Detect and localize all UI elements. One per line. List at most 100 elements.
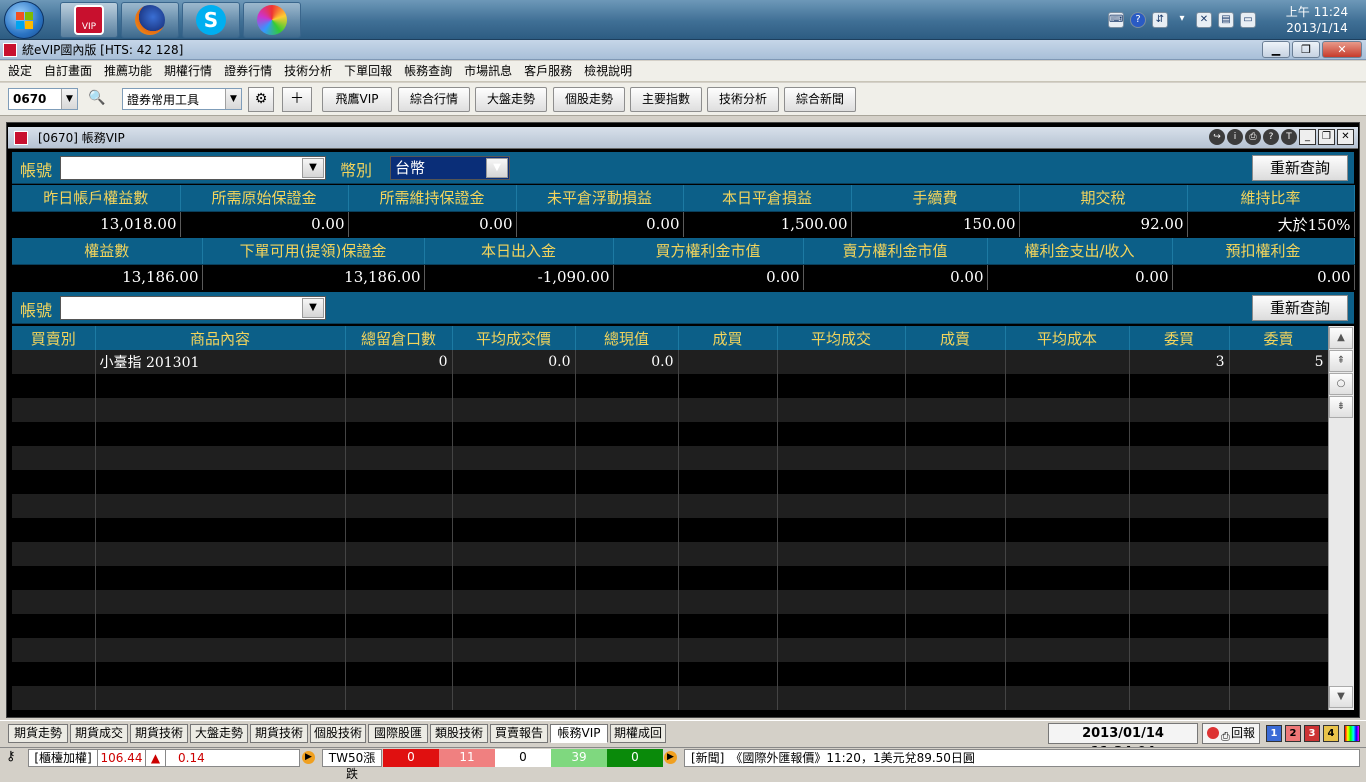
page-up-icon[interactable]: ⇞	[1329, 350, 1353, 372]
color-palette-icon[interactable]	[1344, 725, 1360, 742]
btn-overall-quotes[interactable]: 綜合行情	[398, 87, 470, 112]
minimize-button[interactable]: _	[1299, 129, 1316, 145]
hdr-side[interactable]: 買賣別	[12, 326, 96, 350]
table-row[interactable]	[12, 638, 1329, 662]
menu-help[interactable]: 檢視說明	[578, 61, 638, 82]
help-icon[interactable]: ?	[1130, 12, 1146, 28]
menu-recommended[interactable]: 推薦功能	[98, 61, 158, 82]
menu-technical[interactable]: 技術分析	[278, 61, 338, 82]
bottom-tab-2[interactable]: 期貨技術	[130, 724, 188, 743]
bottom-tab-10[interactable]: 期權成回	[610, 724, 666, 743]
table-row[interactable]	[12, 470, 1329, 494]
bottom-tab-8[interactable]: 買賣報告	[490, 724, 548, 743]
taskbar-app-paint[interactable]	[243, 2, 301, 38]
menu-settings[interactable]: 設定	[2, 61, 38, 82]
keyboard-icon[interactable]: ⌨	[1108, 12, 1124, 28]
hdr-filled-buy[interactable]: 成買	[678, 326, 778, 350]
news-ticker[interactable]: [新聞] 《國際外匯報價》11:20，1美元兌89.50日圓	[684, 749, 1360, 767]
menu-order-report[interactable]: 下單回報	[338, 61, 398, 82]
print-icon[interactable]: ⎙	[1245, 129, 1261, 145]
report-button[interactable]: ⎙ 回報	[1202, 723, 1260, 744]
menu-stock-quotes[interactable]: 證券行情	[218, 61, 278, 82]
code-combo[interactable]: 0670 ▼	[8, 88, 78, 110]
chevron-down-icon[interactable]: ▼	[61, 89, 77, 109]
tools-combo[interactable]: 證券常用工具 ▼	[122, 88, 242, 110]
language-icon[interactable]: ⇵	[1152, 12, 1168, 28]
window-1-button[interactable]: 1	[1266, 725, 1282, 742]
vertical-scrollbar[interactable]: ▲ ⇞ ○ ⇟ ▼	[1328, 326, 1354, 710]
text-icon[interactable]: T	[1281, 129, 1297, 145]
monitor-icon[interactable]: ▭	[1240, 12, 1256, 28]
table-row[interactable]	[12, 374, 1329, 398]
btn-major-index[interactable]: 主要指數	[630, 87, 702, 112]
chevron-down-icon[interactable]: ▼	[302, 298, 324, 318]
table-row[interactable]	[12, 662, 1329, 686]
scroll-toggle-icon[interactable]: ▶	[664, 751, 677, 764]
system-clock[interactable]: 上午 11:24 2013/1/14	[1272, 2, 1362, 38]
bottom-tab-9[interactable]: 帳務VIP	[550, 724, 608, 743]
hdr-avg-cost[interactable]: 平均成本	[1005, 326, 1130, 350]
scroll-toggle-icon[interactable]: ▶	[302, 751, 315, 764]
table-row[interactable]	[12, 614, 1329, 638]
hdr-total-open[interactable]: 總留倉口數	[345, 326, 453, 350]
btn-market-trend[interactable]: 大盤走勢	[475, 87, 547, 112]
account-select[interactable]: ▼	[60, 156, 326, 180]
taskbar-app-skype[interactable]: S	[182, 2, 240, 38]
bottom-tab-3[interactable]: 大盤走勢	[190, 724, 248, 743]
close-button[interactable]: ✕	[1337, 129, 1354, 145]
chevron-down-icon[interactable]: ▾	[1174, 12, 1190, 28]
chevron-down-icon[interactable]: ▼	[225, 89, 241, 109]
window-4-button[interactable]: 4	[1323, 725, 1339, 742]
index-name[interactable]: [櫃檯加權]	[28, 749, 98, 767]
table-row[interactable]	[12, 422, 1329, 446]
table-row[interactable]	[12, 494, 1329, 518]
table-row[interactable]	[12, 566, 1329, 590]
hdr-avg-price[interactable]: 平均成交價	[452, 326, 576, 350]
menu-account-query[interactable]: 帳務查詢	[398, 61, 458, 82]
btn-eagle-vip[interactable]: 飛鷹VIP	[322, 87, 392, 112]
restore-button[interactable]: ❐	[1292, 41, 1320, 58]
window-3-button[interactable]: 3	[1304, 725, 1320, 742]
chevron-down-icon[interactable]: ▼	[486, 158, 508, 178]
table-row[interactable]	[12, 590, 1329, 614]
minimize-button[interactable]: ▁	[1262, 41, 1290, 58]
hdr-market-value[interactable]: 總現值	[575, 326, 679, 350]
chevron-down-icon[interactable]: ▼	[302, 158, 324, 178]
requery-button[interactable]: 重新查詢	[1252, 155, 1348, 181]
table-row[interactable]	[12, 398, 1329, 422]
bottom-tab-0[interactable]: 期貨走勢	[8, 724, 68, 743]
network-icon[interactable]: ✕	[1196, 12, 1212, 28]
add-window-icon[interactable]: ＋	[282, 87, 312, 112]
scroll-up-icon[interactable]: ▲	[1329, 327, 1353, 349]
bottom-tab-7[interactable]: 類股技術	[430, 724, 488, 743]
bottom-tab-1[interactable]: 期貨成交	[70, 724, 128, 743]
scroll-down-icon[interactable]: ▼	[1329, 686, 1353, 708]
table-row[interactable]	[12, 686, 1329, 710]
menu-futures-quotes[interactable]: 期權行情	[158, 61, 218, 82]
menu-customer-service[interactable]: 客戶服務	[518, 61, 578, 82]
start-button[interactable]	[4, 1, 44, 39]
menu-market-info[interactable]: 市場訊息	[458, 61, 518, 82]
menu-custom-screen[interactable]: 自訂畫面	[38, 61, 98, 82]
taskbar-app-vip[interactable]: VIP	[60, 2, 118, 38]
bottom-tab-5[interactable]: 個股技術	[310, 724, 366, 743]
btn-technical[interactable]: 技術分析	[707, 87, 779, 112]
bottom-tab-4[interactable]: 期貨技術	[250, 724, 308, 743]
hdr-avg-fill[interactable]: 平均成交	[777, 326, 906, 350]
window-2-button[interactable]: 2	[1285, 725, 1301, 742]
btn-stock-trend[interactable]: 個股走勢	[553, 87, 625, 112]
hdr-product[interactable]: 商品內容	[95, 326, 346, 350]
close-button[interactable]: ✕	[1322, 41, 1362, 58]
requery-button[interactable]: 重新查詢	[1252, 295, 1348, 321]
hdr-filled-sell[interactable]: 成賣	[905, 326, 1006, 350]
help-icon[interactable]: ?	[1263, 129, 1279, 145]
table-row[interactable]: 小臺指 201301 0 0.0 0.0 3 5	[12, 350, 1329, 374]
currency-select[interactable]: 台幣 ▼	[390, 156, 510, 180]
restore-button[interactable]: ❐	[1318, 129, 1335, 145]
table-row[interactable]	[12, 446, 1329, 470]
taskbar-app-firefox[interactable]	[121, 2, 179, 38]
clipboard-icon[interactable]: ▤	[1218, 12, 1234, 28]
account-select[interactable]: ▼	[60, 296, 326, 320]
circle-icon[interactable]: ○	[1329, 373, 1353, 395]
page-down-icon[interactable]: ⇟	[1329, 396, 1353, 418]
